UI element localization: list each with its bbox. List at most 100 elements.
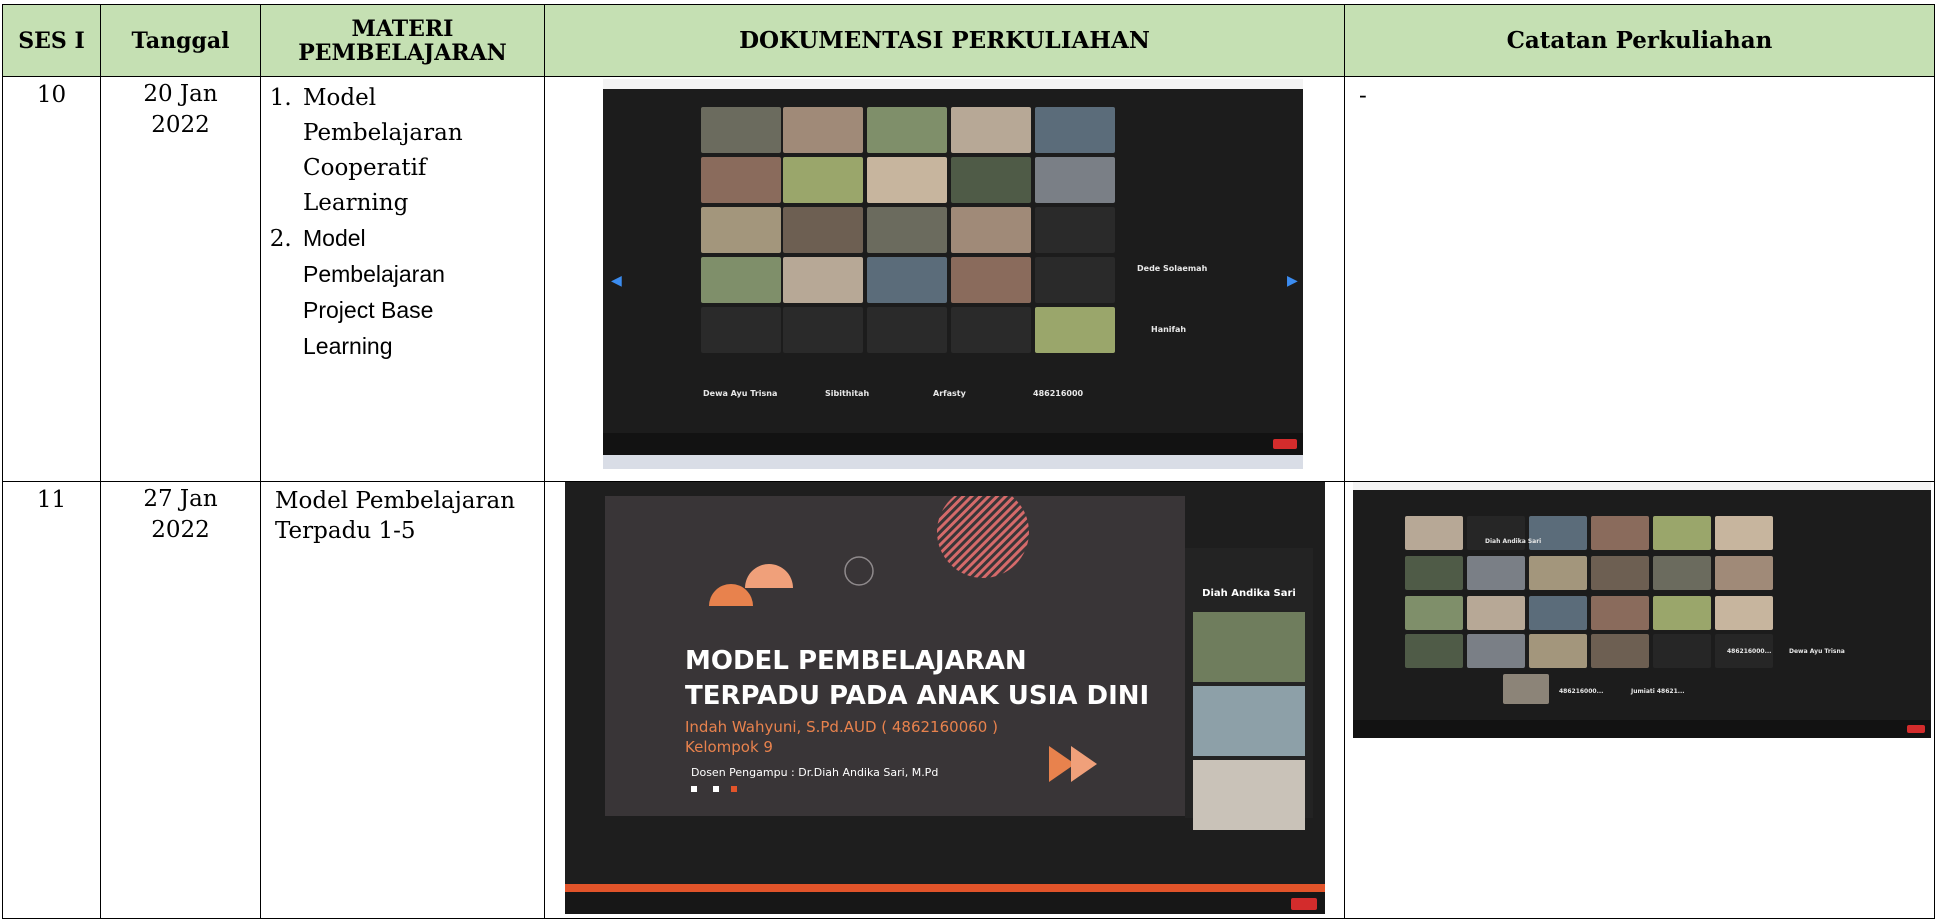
date-day: 27 Jan	[143, 486, 218, 512]
materi-line: Model	[303, 85, 377, 111]
materi-cell: Model Pembelajaran Terpadu 1-5	[260, 481, 545, 919]
video-tile	[1035, 157, 1115, 203]
video-tile	[701, 207, 781, 253]
sesi-cell: 11	[2, 481, 101, 919]
video-tile	[1405, 634, 1463, 668]
video-tile	[1503, 674, 1549, 704]
video-tile	[783, 207, 863, 253]
header-catatan: Catatan Perkuliahan	[1344, 4, 1935, 77]
video-thumbnail	[1193, 760, 1305, 830]
taskbar	[603, 455, 1303, 469]
video-tile	[1529, 634, 1587, 668]
video-tile	[951, 257, 1031, 303]
video-tile	[701, 257, 781, 303]
window-titlebar	[603, 79, 1303, 89]
participant-name: Diah Andika Sari	[1485, 538, 1542, 545]
meeting-controls	[1353, 720, 1931, 738]
video-tile	[783, 307, 863, 353]
table-row: 11 27 Jan 2022 Model Pembelajaran Terpad…	[2, 481, 1935, 919]
video-tile	[1591, 516, 1649, 550]
hatched-circle	[937, 496, 1029, 578]
date-day: 20 Jan	[143, 81, 218, 107]
zoom-gallery-screenshot: Diah Andika Sari 486216000... Dewa Ayu T…	[1353, 482, 1931, 738]
video-tile	[1529, 596, 1587, 630]
slide-group: Kelompok 9	[685, 738, 773, 756]
sesi-cell: 10	[2, 76, 101, 482]
video-tile	[1653, 634, 1711, 668]
participant-name: Jumiati 48621...	[1631, 688, 1685, 695]
slide-title: MODEL PEMBELAJARAN	[685, 646, 1027, 676]
materi-line: Pembelajaran	[303, 120, 463, 146]
chevron-right-icon: ▶	[1287, 273, 1298, 289]
header-dokumentasi: DOKUMENTASI PERKULIAHAN	[544, 4, 1345, 77]
video-tile	[951, 207, 1031, 253]
materi-line: Model	[303, 225, 366, 251]
materi-line: Learning	[303, 190, 409, 216]
video-tile	[701, 157, 781, 203]
video-tile	[1467, 596, 1525, 630]
leave-button[interactable]	[1273, 439, 1297, 449]
progress-bar	[565, 884, 1325, 892]
materi-line: Terpadu 1-5	[275, 518, 416, 544]
video-tile	[867, 257, 947, 303]
video-tile	[1653, 516, 1711, 550]
video-tile	[1529, 556, 1587, 590]
video-tile	[1035, 307, 1115, 353]
video-tile	[1035, 257, 1115, 303]
video-side-panel: Diah Andika Sari	[1185, 548, 1313, 830]
materi-cell: Model Pembelajaran Cooperatif Learning M…	[260, 76, 545, 482]
video-tile	[951, 307, 1031, 353]
header-materi: MATERI PEMBELAJARAN	[260, 4, 545, 77]
video-tile	[1591, 556, 1649, 590]
slide: MODEL PEMBELAJARAN TERPADU PADA ANAK USI…	[605, 496, 1185, 816]
slide-dosen: Dosen Pengampu : Dr.Diah Andika Sari, M.…	[691, 766, 939, 779]
video-tile	[867, 307, 947, 353]
video-tile	[951, 157, 1031, 203]
materi-line: Model Pembelajaran	[275, 488, 516, 514]
leave-button[interactable]	[1291, 898, 1317, 910]
table-row: 10 20 Jan 2022 Model Pembelajaran Cooper…	[2, 76, 1935, 482]
date-year: 2022	[151, 517, 210, 543]
video-tile	[1715, 596, 1773, 630]
video-tile	[1035, 207, 1115, 253]
materi-line: Project Base	[303, 297, 434, 323]
video-tile	[1591, 596, 1649, 630]
video-tile	[701, 107, 781, 153]
video-thumbnail	[1193, 612, 1305, 682]
catatan-cell: -	[1344, 76, 1935, 482]
header-tanggal: Tanggal	[100, 4, 261, 77]
video-tile	[701, 307, 781, 353]
video-tile	[1405, 516, 1463, 550]
zoom-gallery-screenshot: ◀ ▶ Dede Solaemah Hanifah Dewa Ayu Trisn…	[603, 79, 1303, 469]
video-tile	[867, 207, 947, 253]
participant-name: Diah Andika Sari	[1202, 588, 1296, 599]
date-cell: 27 Jan 2022	[100, 481, 261, 919]
leave-button[interactable]	[1907, 725, 1925, 733]
video-tile	[1591, 634, 1649, 668]
date-year: 2022	[151, 112, 210, 138]
video-tile	[867, 157, 947, 203]
video-tile	[783, 157, 863, 203]
participant-name: Hanifah	[1151, 325, 1187, 334]
participant-name: Dewa Ayu Trisna	[1789, 648, 1845, 655]
presentation-screenshot: MODEL PEMBELAJARAN TERPADU PADA ANAK USI…	[565, 482, 1325, 914]
participant-name: 486216000	[1033, 389, 1084, 398]
materi-line: Cooperatif	[303, 155, 427, 181]
video-tile	[1035, 107, 1115, 153]
lecture-log-table: SES I Tanggal MATERI PEMBELAJARAN DOKUME…	[2, 4, 1935, 919]
participant-name: Dewa Ayu Trisna	[703, 389, 778, 398]
participant-name: Sibithitah	[825, 389, 870, 398]
participant-name: 486216000...	[1727, 648, 1772, 655]
video-tile	[951, 107, 1031, 153]
date-cell: 20 Jan 2022	[100, 76, 261, 482]
video-tile	[1405, 556, 1463, 590]
video-tile	[1715, 516, 1773, 550]
meeting-controls	[603, 433, 1303, 455]
video-tile	[867, 107, 947, 153]
video-tile	[783, 107, 863, 153]
video-tile	[1715, 556, 1773, 590]
header-sesi: SES I	[2, 4, 101, 77]
chevron-left-icon: ◀	[611, 273, 622, 289]
materi-line: Learning	[303, 333, 393, 359]
meeting-controls	[565, 892, 1325, 914]
